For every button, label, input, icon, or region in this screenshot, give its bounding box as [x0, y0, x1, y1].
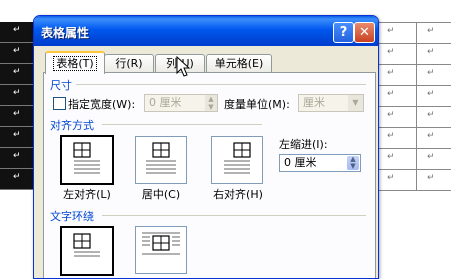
close-button[interactable]: ✕ [354, 22, 375, 43]
tab-row[interactable]: 行(R) [104, 54, 154, 72]
paragraph-mark: ↵ [13, 109, 21, 119]
align-left-label: 左对齐(L) [63, 188, 111, 201]
left-indent-label: 左缩进(I): [279, 138, 328, 151]
align-right-button[interactable] [211, 136, 263, 184]
align-center-icon [146, 142, 176, 174]
group-divider [76, 84, 366, 85]
paragraph-mark: ↵ [427, 173, 435, 183]
table-row: ↵ ↵ [372, 65, 451, 86]
wrap-around-icon [142, 232, 180, 255]
align-left-icon [73, 142, 100, 174]
paragraph-mark: ↵ [387, 173, 395, 183]
chevron-down-icon[interactable]: ▼ [348, 95, 363, 111]
paragraph-mark: ↵ [13, 151, 21, 161]
unit-select[interactable]: 厘米 ▼ [298, 94, 364, 112]
paragraph-mark: ↵ [427, 131, 435, 141]
size-group-label: 尺寸 [50, 79, 72, 92]
paragraph-mark: ↵ [427, 89, 435, 99]
width-input[interactable]: 0 厘米 ▲ ▼ [144, 94, 218, 112]
wrap-around-button[interactable] [135, 226, 187, 274]
help-icon: ? [339, 25, 348, 40]
width-value: 0 厘米 [149, 96, 182, 109]
align-right-icon [224, 142, 251, 174]
table-row: ↵ ↵ [372, 44, 451, 65]
paragraph-mark: ↵ [13, 67, 21, 77]
align-center-button[interactable] [135, 136, 187, 184]
tab-table-label: 表格(T) [53, 56, 97, 71]
paragraph-mark: ↵ [13, 88, 21, 98]
wrap-none-button[interactable] [60, 226, 114, 276]
paragraph-mark: ↵ [427, 47, 435, 57]
mouse-cursor-icon [176, 56, 190, 77]
unit-value: 厘米 [303, 96, 325, 109]
spin-arrows-icon[interactable]: ▲ ▼ [347, 156, 359, 170]
paragraph-mark: ↵ [427, 26, 435, 36]
left-indent-value: 0 厘米 [284, 156, 317, 169]
table-row: ↵ ↵ [372, 23, 451, 44]
dialog-title: 表格属性 [41, 26, 90, 40]
paragraph-mark: ↵ [387, 131, 395, 141]
wrap-none-icon [73, 233, 100, 257]
spin-arrows-icon[interactable]: ▲ ▼ [205, 95, 217, 111]
paragraph-mark: ↵ [13, 46, 21, 56]
help-button[interactable]: ? [333, 22, 354, 43]
paragraph-mark: ↵ [387, 26, 395, 36]
unit-label: 度量单位(M): [224, 98, 290, 111]
paragraph-mark: ↵ [387, 152, 395, 162]
document-table-right: ↵ ↵ ↵ ↵ ↵ ↵ ↵ ↵ ↵ ↵ ↵ ↵ ↵ ↵ ↵ ↵ [372, 22, 451, 191]
specify-width-label: 指定宽度(W): [68, 98, 136, 111]
text-wrapping-group-label: 文字环绕 [50, 210, 94, 223]
close-icon: ✕ [359, 25, 370, 40]
title-bar[interactable]: 表格属性 ? ✕ [34, 16, 378, 46]
table-row: ↵ ↵ [372, 128, 451, 149]
paragraph-mark: ↵ [427, 68, 435, 78]
table-properties-dialog: 表格属性 ? ✕ 表格(T) 行(R) 列(U) 单元格(E) 尺寸 指定宽度(… [33, 15, 379, 279]
group-divider [102, 215, 366, 216]
paragraph-mark: ↵ [387, 68, 395, 78]
paragraph-mark: ↵ [387, 110, 395, 120]
tab-cell[interactable]: 单元格(E) [206, 54, 272, 72]
align-center-label: 居中(C) [141, 188, 181, 201]
align-left-button[interactable] [60, 135, 114, 185]
paragraph-mark: ↵ [13, 130, 21, 140]
paragraph-mark: ↵ [387, 47, 395, 57]
paragraph-mark: ↵ [13, 25, 21, 35]
tab-table[interactable]: 表格(T) [45, 51, 105, 74]
table-row: ↵ ↵ [372, 149, 451, 170]
tab-cell-label: 单元格(E) [214, 57, 264, 70]
group-divider [102, 124, 262, 125]
left-indent-input[interactable]: 0 厘米 ▲ ▼ [279, 154, 361, 172]
paragraph-mark: ↵ [427, 152, 435, 162]
table-row: ↵ ↵ [372, 170, 451, 191]
table-row: ↵ ↵ [372, 86, 451, 107]
paragraph-mark: ↵ [13, 172, 21, 182]
tab-row-label: 行(R) [115, 57, 143, 70]
paragraph-mark: ↵ [427, 110, 435, 120]
specify-width-checkbox[interactable] [53, 97, 66, 110]
paragraph-mark: ↵ [387, 89, 395, 99]
table-row: ↵ ↵ [372, 107, 451, 128]
alignment-group-label: 对齐方式 [50, 119, 94, 132]
align-right-label: 右对齐(H) [213, 188, 263, 201]
